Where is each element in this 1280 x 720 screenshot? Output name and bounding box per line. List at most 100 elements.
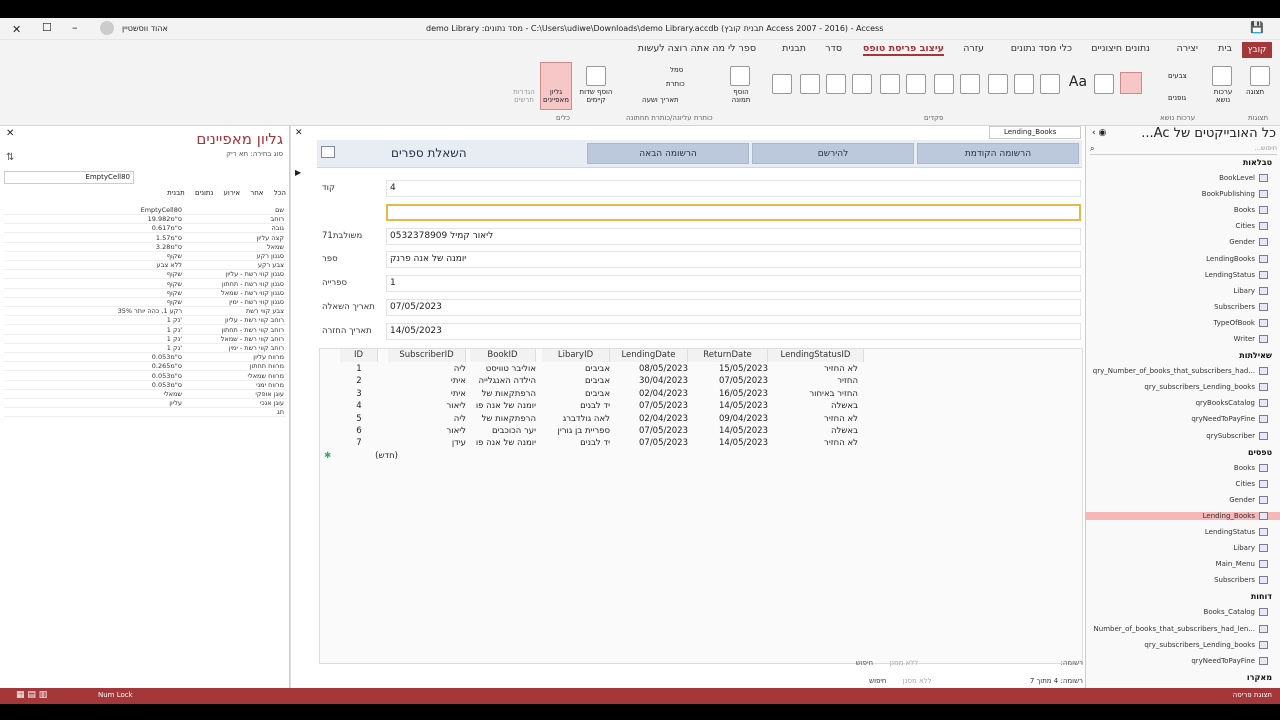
library-field[interactable]: 1 [386,275,1081,292]
grid-cell[interactable]: 02/04/2023 [610,413,688,425]
property-value[interactable]: 1.57ס"מ [156,234,182,242]
grid-header[interactable]: LendingStatusID [768,349,864,362]
checkbox-icon[interactable] [852,74,872,94]
nav-item[interactable]: qryNeedToPayFine [1191,415,1268,424]
grid-cell[interactable]: יומנה של אנה פו [470,400,536,412]
grid-cell[interactable]: החזיר באיחור [768,388,858,400]
nav-item[interactable]: qry_subscribers_Lending_books [1144,383,1268,392]
tab-other[interactable]: אחר [250,189,263,197]
nav-item[interactable]: Writer [1234,335,1268,343]
grid-cell[interactable]: הילדה האנגלייה [470,375,536,387]
tab-all[interactable]: הכל [274,189,286,197]
property-row[interactable]: רוחב 19.982ס"מ [4,215,286,225]
nofilter-button[interactable]: ללא מסנן [903,677,932,685]
datetime-button[interactable]: תאריך ושעה [642,96,679,104]
prev-record-button[interactable]: הרשומה הקודמת [917,143,1079,164]
grid-cell[interactable]: 6 [340,425,378,437]
grid-cell[interactable]: 07/05/2023 [610,425,688,437]
tab-data[interactable]: נתונים [195,189,213,197]
property-value[interactable]: 0.265ס"מ [152,362,182,370]
chart-icon[interactable] [772,74,792,94]
nav-search-input[interactable]: חיפוש... [1090,144,1277,155]
tab-file[interactable]: קובץ [1242,42,1272,58]
nav-group-header[interactable]: שאילתות [1239,351,1272,360]
fonts-button[interactable]: גופנים [1168,94,1186,102]
grid-cell[interactable]: ספריית בן גורין [542,425,610,437]
logo-button[interactable]: סמל [670,66,683,74]
property-value[interactable]: 19.982ס"מ [148,215,182,223]
property-value[interactable]: שקוף [167,298,182,306]
grid-cell[interactable]: ליאור [388,425,466,437]
save-icon[interactable]: 💾 [1250,21,1264,34]
grid-cell[interactable]: 16/05/2023 [688,388,768,400]
property-value[interactable]: שקוף [167,270,182,278]
hyperlink-icon[interactable] [988,74,1008,94]
lending-date-field[interactable]: 07/05/2023 [386,299,1081,316]
grid-header[interactable]: LendingDate [610,349,688,362]
nav-item[interactable]: Number_of_books_that_subscribers_had_len… [1094,624,1268,633]
nav-item[interactable]: qrySubscriber [1206,431,1268,440]
property-row[interactable]: צבע רקע ללא צבע [4,261,286,271]
grid-cell[interactable]: יד לבנים [542,437,610,449]
nav-item[interactable]: TypeOfBook [1214,318,1268,327]
grid-cell[interactable]: לאה גולדברג [542,413,610,425]
add-fields-icon[interactable] [586,66,606,86]
add-fields-button[interactable]: הוסף שדות קיימים [574,88,618,104]
nav-group-header[interactable]: מאקרו [1247,673,1272,682]
property-value[interactable]: 0.053ס"מ [152,353,182,361]
attachment-icon[interactable] [826,74,846,94]
grid-cell[interactable]: ליה [388,363,466,375]
grid-cell[interactable]: לא החזיר [768,363,858,375]
button-icon[interactable] [1040,74,1060,94]
subform-nofilter[interactable]: ללא מסנן [889,659,918,667]
grid-cell[interactable]: ליה [388,413,466,425]
combo-box-icon[interactable] [906,74,926,94]
property-value[interactable]: 0.053ס"מ [152,372,182,380]
property-row[interactable]: מרווח שמאלי 0.053ס"מ [4,372,286,381]
colors-button[interactable]: צבעים [1168,72,1187,80]
grid-header[interactable]: ReturnDate [688,349,768,362]
web-browser-icon[interactable] [960,74,980,94]
grid-cell[interactable]: ליאור [388,400,466,412]
view-icons[interactable]: ▦ ▤ ▥ [16,690,47,700]
subform-search[interactable]: חיפוש [856,659,873,667]
textbox-icon[interactable] [1094,74,1114,94]
grid-cell[interactable]: 5 [340,413,378,425]
nav-group-header[interactable]: דוחות [1251,592,1272,601]
grid-cell[interactable]: אוליבר טוויסט [470,363,536,375]
grid-cell[interactable]: איתי [388,388,466,400]
property-value[interactable]: 1 נק' [167,326,182,334]
search-icon[interactable]: ⌕ [1090,144,1094,154]
search-box[interactable]: חיפוש [869,677,886,685]
maximize-icon[interactable]: ☐ [42,21,52,34]
nav-item[interactable]: qry_Number_of_books_that_subscribers_had… [1093,367,1268,376]
tab-arrange[interactable]: סדר [825,43,842,54]
grid-header[interactable]: LibaryID [542,349,610,362]
grid-cell[interactable]: 3 [340,388,378,400]
close-doc-icon[interactable]: ✕ [295,128,303,138]
nav-item[interactable]: Lending_Books [1085,511,1280,520]
nav-item[interactable]: Subscribers [1214,302,1268,311]
grid-cell[interactable]: 14/05/2023 [688,400,768,412]
property-row[interactable]: קצה עליון 1.57ס"מ [4,234,286,243]
nav-item[interactable]: Books [1234,206,1268,215]
register-button[interactable]: להירשם [752,143,914,164]
property-value[interactable]: עליון [169,399,182,407]
property-row[interactable]: רוחב קווי רשת - שמאל 1 נק' [4,335,286,344]
grid-cell[interactable]: החזיר [768,375,858,387]
grid-cell[interactable]: עידן [388,437,466,449]
property-row[interactable]: שמאל 3.28ס"מ [4,243,286,252]
grid-cell[interactable]: 2 [340,375,378,387]
grid-cell[interactable]: לא החזיר [768,437,858,449]
nav-item[interactable]: Cities [1236,222,1268,231]
property-value[interactable]: 3.28ס"מ [156,243,182,251]
empty-cell-selected[interactable] [386,204,1081,221]
nav-menu-icon[interactable]: ‹ ◉ [1092,128,1106,138]
property-row[interactable]: רוחב קווי רשת - תחתון 1 נק' [4,326,286,335]
property-row[interactable]: שם EmptyCell80 [4,206,286,215]
title-button[interactable]: כותרת [666,80,685,88]
close-icon[interactable]: ✕ [6,128,14,139]
tab-event[interactable]: אירוע [224,189,241,197]
grid-cell[interactable]: 07/05/2023 [688,375,768,387]
grid-cell[interactable]: 4 [340,400,378,412]
